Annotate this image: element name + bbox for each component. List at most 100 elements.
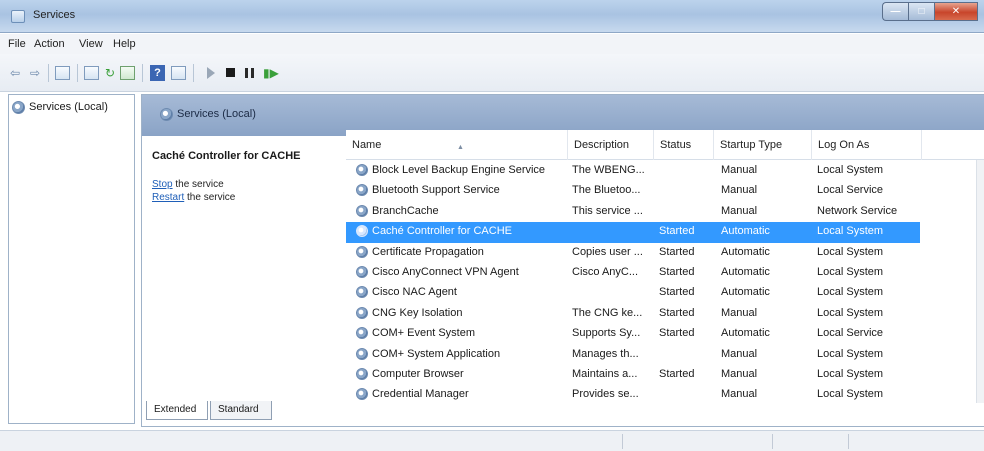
- properties-icon[interactable]: [84, 66, 99, 80]
- window-controls: — □ ✕: [882, 2, 978, 21]
- table-row[interactable]: Bluetooth Support Service The Bluetoo... M…: [346, 181, 920, 201]
- service-name-cell: Bluetooth Support Service: [372, 184, 500, 197]
- table-row[interactable]: Cisco AnyConnect VPN Agent Cisco AnyC... S…: [346, 263, 920, 283]
- service-name-cell: Caché Controller for CACHE: [372, 225, 512, 238]
- service-startup-type-cell: Automatic: [721, 225, 770, 238]
- service-name-cell: Cisco AnyConnect VPN Agent: [372, 265, 519, 278]
- menu-file[interactable]: File: [8, 38, 26, 50]
- tree-item-services-local[interactable]: Services (Local): [12, 98, 108, 116]
- table-row[interactable]: COM+ Event System Supports Sy... Started Au…: [346, 324, 920, 344]
- service-log-on-as-cell: Local System: [817, 306, 884, 319]
- service-gear-icon: [356, 327, 368, 340]
- service-log-on-as-cell: Local System: [817, 388, 884, 401]
- service-description-cell: The Bluetoo...: [572, 184, 641, 197]
- service-startup-type-cell: Automatic: [721, 327, 770, 340]
- table-row[interactable]: Certificate Propagation Copies user ... St…: [346, 243, 920, 263]
- stop-service-text: the service: [172, 179, 224, 190]
- maximize-button[interactable]: □: [908, 2, 934, 21]
- list-header: Name ▲ Description Status Startup Type Lo…: [346, 130, 984, 160]
- service-status-cell: Started: [659, 265, 695, 278]
- toolbar-separator: [142, 64, 143, 82]
- table-row[interactable]: BranchCache This service ... Manual Network…: [346, 202, 920, 222]
- service-gear-icon: [356, 204, 368, 217]
- service-startup-type-cell: Manual: [721, 367, 758, 380]
- service-description-cell: This service ...: [572, 204, 643, 217]
- vertical-scrollbar[interactable]: [976, 160, 984, 403]
- status-separator: [848, 434, 849, 449]
- column-header-log-on-as[interactable]: Log On As: [812, 130, 922, 160]
- show-action-pane-icon[interactable]: [171, 66, 186, 80]
- extended-detail-panel: Caché Controller for CACHE Stop the serv…: [142, 136, 342, 397]
- stop-service-icon[interactable]: [226, 68, 235, 77]
- menu-help[interactable]: Help: [113, 38, 136, 50]
- column-header-status[interactable]: Status: [654, 130, 714, 160]
- service-name-cell: Certificate Propagation: [372, 245, 484, 258]
- table-row[interactable]: Block Level Backup Engine Service The WBE…: [346, 161, 920, 181]
- pause-service-icon[interactable]: [245, 68, 254, 78]
- services-gear-icon: [160, 108, 173, 121]
- services-list: Name ▲ Description Status Startup Type Lo…: [346, 130, 984, 403]
- service-description-cell: Manages th...: [572, 347, 639, 360]
- table-row[interactable]: COM+ System Application Manages th... Manu…: [346, 345, 920, 365]
- toolbar-separator: [193, 64, 194, 82]
- service-log-on-as-cell: Local System: [817, 347, 884, 360]
- service-name-cell: COM+ System Application: [372, 347, 501, 360]
- restart-service-link[interactable]: Restart: [152, 192, 184, 203]
- service-gear-icon: [356, 347, 368, 360]
- restart-service-icon[interactable]: ▮▶: [263, 66, 279, 80]
- menu-view[interactable]: View: [79, 38, 103, 50]
- column-header-description[interactable]: Description: [568, 130, 654, 160]
- service-name-cell: Computer Browser: [372, 367, 464, 380]
- table-row[interactable]: Cisco NAC Agent Started Automatic Local Sys…: [346, 283, 920, 303]
- service-name-cell: Block Level Backup Engine Service: [372, 164, 546, 176]
- back-arrow-icon[interactable]: ⇦: [6, 65, 24, 81]
- column-header-name[interactable]: Name ▲: [346, 130, 568, 160]
- services-gear-icon: [12, 100, 25, 114]
- restart-service-action: Restart the service: [152, 192, 235, 203]
- service-log-on-as-cell: Local Service: [817, 327, 884, 340]
- status-separator: [622, 434, 623, 449]
- minimize-button[interactable]: —: [882, 2, 908, 21]
- restart-service-text: the service: [184, 192, 236, 203]
- table-row[interactable]: Credential Manager Provides se... Manual Lo…: [346, 385, 920, 403]
- tree-item-label: Services (Local): [29, 101, 108, 113]
- service-gear-icon: [356, 286, 368, 299]
- service-startup-type-cell: Manual: [721, 184, 758, 197]
- selected-service-title: Caché Controller for CACHE: [152, 150, 301, 162]
- menu-action[interactable]: Action: [34, 38, 65, 50]
- service-gear-icon: [356, 164, 368, 176]
- service-status-cell: Started: [659, 225, 695, 238]
- table-row[interactable]: Caché Controller for CACHE Started Automat…: [346, 222, 920, 243]
- service-name-cell: CNG Key Isolation: [372, 306, 463, 319]
- help-icon[interactable]: ?: [150, 65, 165, 81]
- service-gear-icon: [356, 306, 368, 319]
- service-status-cell: Started: [659, 367, 695, 380]
- service-log-on-as-cell: Local System: [817, 367, 884, 380]
- table-row[interactable]: CNG Key Isolation The CNG ke... Started Man…: [346, 304, 920, 324]
- stop-service-link[interactable]: Stop: [152, 179, 173, 190]
- service-startup-type-cell: Manual: [721, 204, 758, 217]
- service-startup-type-cell: Automatic: [721, 245, 770, 258]
- service-gear-icon: [356, 265, 368, 278]
- service-description-cell: Supports Sy...: [572, 327, 641, 340]
- service-startup-type-cell: Automatic: [721, 265, 770, 278]
- show-console-tree-icon[interactable]: [55, 66, 70, 80]
- refresh-icon[interactable]: ↻: [101, 65, 119, 81]
- title-bar[interactable]: Services — □ ✕: [0, 0, 984, 33]
- close-button[interactable]: ✕: [934, 2, 978, 21]
- column-header-startup-type[interactable]: Startup Type: [714, 130, 812, 160]
- service-status-cell: Started: [659, 327, 695, 340]
- table-row[interactable]: Computer Browser Maintains a... Started Man…: [346, 365, 920, 385]
- tab-extended[interactable]: Extended: [146, 401, 208, 420]
- toolbar-separator: [77, 64, 78, 82]
- service-gear-icon: [356, 388, 368, 401]
- start-service-icon[interactable]: [207, 67, 215, 79]
- forward-arrow-icon[interactable]: ⇨: [26, 65, 44, 81]
- service-status-cell: Started: [659, 286, 695, 299]
- service-description-cell: Maintains a...: [572, 367, 638, 380]
- window-title: Services: [33, 9, 76, 21]
- menu-bar: File Action View Help: [0, 34, 984, 54]
- tab-standard[interactable]: Standard: [210, 401, 272, 420]
- service-log-on-as-cell: Local System: [817, 245, 884, 258]
- export-list-icon[interactable]: [120, 66, 135, 80]
